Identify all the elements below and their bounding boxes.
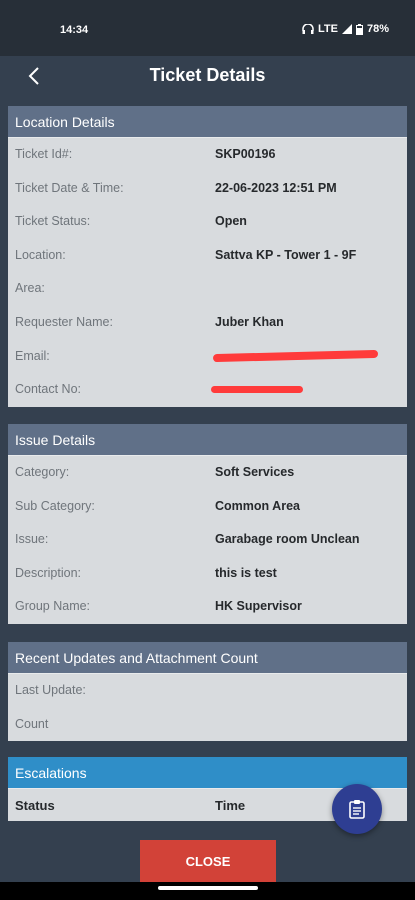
- home-gesture-pill[interactable]: [158, 886, 258, 890]
- detail-row: Sub Category: Common Area: [8, 490, 407, 524]
- status-bar: 14:34 LTE 78%: [0, 0, 415, 56]
- detail-label: Count: [15, 716, 49, 731]
- detail-label: Group Name:: [15, 599, 91, 614]
- detail-row: Contact No:: [8, 373, 407, 407]
- detail-label: Requester Name:: [15, 314, 113, 329]
- detail-value: 22-06-2023 12:51 PM: [215, 180, 337, 195]
- recent-updates-heading: Recent Updates and Attachment Count: [8, 642, 407, 674]
- contact-redaction: [211, 386, 303, 394]
- detail-value: Garabage room Unclean: [215, 532, 360, 547]
- headset-icon: [302, 24, 314, 34]
- network-type: LTE: [318, 23, 338, 35]
- recent-updates-card: Recent Updates and Attachment Count Last…: [8, 642, 407, 742]
- status-time: 14:34: [60, 24, 89, 36]
- detail-row: Location: Sattva KP - Tower 1 - 9F: [8, 239, 407, 273]
- detail-label: Area:: [15, 281, 45, 296]
- detail-label: Contact No:: [15, 382, 82, 397]
- clipboard-icon: [349, 800, 365, 819]
- issue-details-card: Issue Details Category: Soft Services Sub…: [8, 424, 407, 624]
- detail-label: Description:: [15, 565, 81, 580]
- app-header: Ticket Details: [0, 56, 415, 98]
- attachments-fab[interactable]: [332, 784, 382, 834]
- location-details-heading: Location Details: [8, 106, 407, 138]
- battery-icon: [355, 23, 363, 35]
- detail-label: Ticket Date & Time:: [15, 180, 124, 195]
- detail-label: Category:: [15, 465, 70, 479]
- detail-value: Juber Khan: [215, 314, 284, 329]
- detail-row: Group Name: HK Supervisor: [8, 590, 407, 624]
- column-header-time: Time: [215, 798, 246, 813]
- detail-value: Soft Services: [215, 465, 295, 479]
- detail-label: Ticket Id#:: [15, 147, 73, 161]
- system-nav-bar: [0, 882, 415, 900]
- detail-row: Description: this is test: [8, 557, 407, 591]
- detail-row: Ticket Status: Open: [8, 205, 407, 239]
- detail-row: Category: Soft Services: [8, 456, 407, 490]
- location-details-card: Location Details Ticket Id#: SKP00196 Tic…: [8, 106, 407, 407]
- detail-value: SKP00196: [215, 147, 276, 161]
- detail-label: Last Update:: [15, 683, 86, 697]
- detail-value: this is test: [215, 565, 277, 580]
- detail-row: Issue: Garabage room Unclean: [8, 523, 407, 557]
- detail-label: Ticket Status:: [15, 214, 91, 229]
- detail-row: Last Update:: [8, 674, 407, 708]
- detail-value: HK Supervisor: [215, 599, 302, 614]
- column-header-status: Status: [15, 798, 55, 813]
- detail-label: Location:: [15, 247, 66, 262]
- page-title: Ticket Details: [149, 65, 266, 85]
- signal-icon: [341, 24, 352, 34]
- detail-value: Open: [215, 214, 247, 229]
- detail-value: Common Area: [215, 498, 300, 513]
- battery-level: 78%: [366, 23, 389, 35]
- email-redaction: [212, 349, 379, 362]
- close-button[interactable]: CLOSE: [140, 840, 276, 882]
- detail-label: Issue:: [15, 532, 49, 547]
- detail-value: Sattva KP - Tower 1 - 9F: [215, 247, 357, 262]
- issue-details-heading: Issue Details: [8, 424, 407, 456]
- status-icons: LTE 78%: [302, 23, 389, 35]
- detail-row: Ticket Date & Time: 22-06-2023 12:51 PM: [8, 172, 407, 206]
- detail-label: Sub Category:: [15, 498, 95, 513]
- detail-row: Requester Name: Juber Khan: [8, 306, 407, 340]
- detail-row: Email:: [8, 340, 407, 374]
- detail-row: Ticket Id#: SKP00196: [8, 138, 407, 172]
- detail-row: Count: [8, 708, 407, 742]
- escalations-heading: Escalations: [8, 757, 407, 789]
- detail-row: Area:: [8, 272, 407, 306]
- detail-label: Email:: [15, 348, 50, 363]
